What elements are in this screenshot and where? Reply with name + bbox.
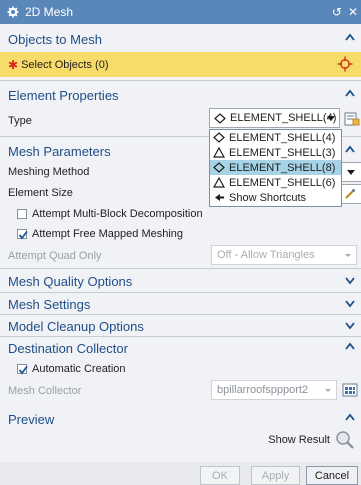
quad-only-label: Attempt Quad Only [8, 250, 102, 262]
quad-diamond-icon [213, 162, 225, 173]
divider [0, 80, 361, 81]
section-objects-to-mesh[interactable]: Objects to Mesh [0, 28, 361, 50]
dropdown-option[interactable]: ELEMENT_SHELL(8) [210, 160, 341, 175]
reset-icon[interactable]: ↺ [332, 5, 342, 19]
element-type-value: ELEMENT_SHELL(4) [230, 112, 337, 124]
checkbox-label: Automatic Creation [32, 363, 126, 375]
checkbox-label: Attempt Multi-Block Decomposition [32, 208, 203, 220]
section-label: Mesh Quality Options [8, 273, 133, 289]
dropdown-option-label: ELEMENT_SHELL(6) [229, 176, 336, 189]
chevron-down-icon [327, 116, 335, 121]
cancel-button[interactable]: Cancel [306, 466, 358, 485]
section-label: Mesh Parameters [8, 143, 111, 159]
chevron-down-icon[interactable] [345, 273, 355, 287]
chevron-up-icon[interactable] [345, 31, 355, 45]
dropdown-option[interactable]: Show Shortcuts [210, 190, 341, 205]
chevron-down-icon[interactable] [345, 318, 355, 332]
chevron-down-icon[interactable] [345, 296, 355, 310]
chevron-up-icon[interactable] [345, 411, 355, 425]
section-preview-header[interactable]: Preview [0, 408, 361, 430]
section-element-properties[interactable]: Element Properties [0, 84, 361, 106]
chevron-up-icon[interactable] [345, 340, 355, 354]
show-result-label: Show Result [268, 434, 330, 446]
section-destination-collector[interactable]: Destination Collector [0, 337, 361, 359]
free-mapped-checkbox[interactable]: Attempt Free Mapped Meshing [17, 228, 183, 240]
chevron-down-icon [325, 389, 331, 392]
quad-only-select[interactable]: Off - Allow Triangles [211, 245, 357, 265]
dropdown-option[interactable]: ELEMENT_SHELL(6) [210, 175, 341, 190]
element-properties-icon[interactable] [343, 110, 361, 128]
mesh-collector-select[interactable]: bpillarroofspрport2 [211, 380, 337, 400]
window-title: 2D Mesh [25, 5, 74, 19]
checkbox-label: Attempt Free Mapped Meshing [32, 228, 184, 240]
crosshair-icon[interactable] [337, 56, 353, 72]
element-type-select[interactable]: ELEMENT_SHELL(4) [209, 108, 340, 128]
checkbox-box[interactable] [17, 229, 28, 240]
quad-diamond-icon [214, 112, 226, 124]
select-objects-label: Select Objects (0) [21, 58, 109, 71]
triangle-icon [213, 147, 225, 158]
section-label: Preview [8, 411, 55, 427]
shortcut-icon [215, 194, 224, 201]
automatic-creation-checkbox[interactable]: Automatic Creation [17, 363, 126, 375]
type-label: Type [8, 115, 32, 127]
dropdown-option-label: Show Shortcuts [229, 191, 307, 204]
divider [0, 268, 361, 269]
dropdown-option-label: ELEMENT_SHELL(8) [229, 161, 336, 174]
meshing-method-select[interactable] [340, 162, 361, 182]
element-type-dropdown: ELEMENT_SHELL(4) ELEMENT_SHELL(3) ELEMENT_… [209, 129, 342, 207]
gear-icon [7, 6, 19, 18]
chevron-down-icon [345, 254, 351, 257]
required-marker: ✱ [8, 57, 19, 72]
section-mesh-quality[interactable]: Mesh Quality Options [0, 270, 361, 292]
select-objects-row[interactable]: ✱ Select Objects (0) [0, 52, 361, 77]
magnifier-icon[interactable] [335, 430, 355, 450]
apply-button[interactable]: Apply [251, 466, 300, 485]
meshing-method-label: Meshing Method [8, 166, 90, 178]
chevron-down-icon [347, 170, 355, 175]
ok-button[interactable]: OK [200, 466, 240, 485]
section-label: Objects to Mesh [8, 31, 102, 47]
mesh-collector-label: Mesh Collector [8, 385, 82, 397]
show-result-button[interactable]: Show Result [268, 430, 355, 450]
dropdown-option-label: ELEMENT_SHELL(4) [229, 131, 336, 144]
quad-diamond-icon [213, 132, 225, 143]
multi-block-checkbox[interactable]: Attempt Multi-Block Decomposition [17, 208, 203, 220]
dropdown-option[interactable]: ELEMENT_SHELL(4) [210, 130, 341, 145]
section-label: Model Cleanup Options [8, 318, 144, 334]
section-label: Mesh Settings [8, 296, 91, 312]
section-label: Element Properties [8, 87, 119, 103]
dropdown-option[interactable]: ELEMENT_SHELL(3) [210, 145, 341, 160]
element-size-field[interactable] [340, 184, 361, 204]
chevron-up-icon[interactable] [345, 87, 355, 101]
collector-manager-icon[interactable] [341, 381, 359, 399]
checkbox-box[interactable] [17, 364, 28, 375]
title-bar: 2D Mesh ↺ ✕ [0, 0, 361, 24]
size-picker-icon[interactable] [344, 188, 356, 200]
quad-only-value: Off - Allow Triangles [217, 249, 315, 261]
section-model-cleanup[interactable]: Model Cleanup Options [0, 315, 361, 337]
section-mesh-settings[interactable]: Mesh Settings [0, 293, 361, 315]
triangle-icon [213, 177, 225, 188]
dropdown-option-label: ELEMENT_SHELL(3) [229, 146, 336, 159]
section-label: Destination Collector [8, 340, 128, 356]
checkmark-icon [18, 365, 28, 375]
checkmark-icon [18, 230, 28, 240]
chevron-up-icon[interactable] [345, 143, 355, 157]
mesh-collector-value: bpillarroofspрport2 [217, 384, 309, 396]
checkbox-box[interactable] [17, 209, 27, 219]
close-icon[interactable]: ✕ [348, 5, 358, 19]
element-size-label: Element Size [8, 187, 73, 199]
